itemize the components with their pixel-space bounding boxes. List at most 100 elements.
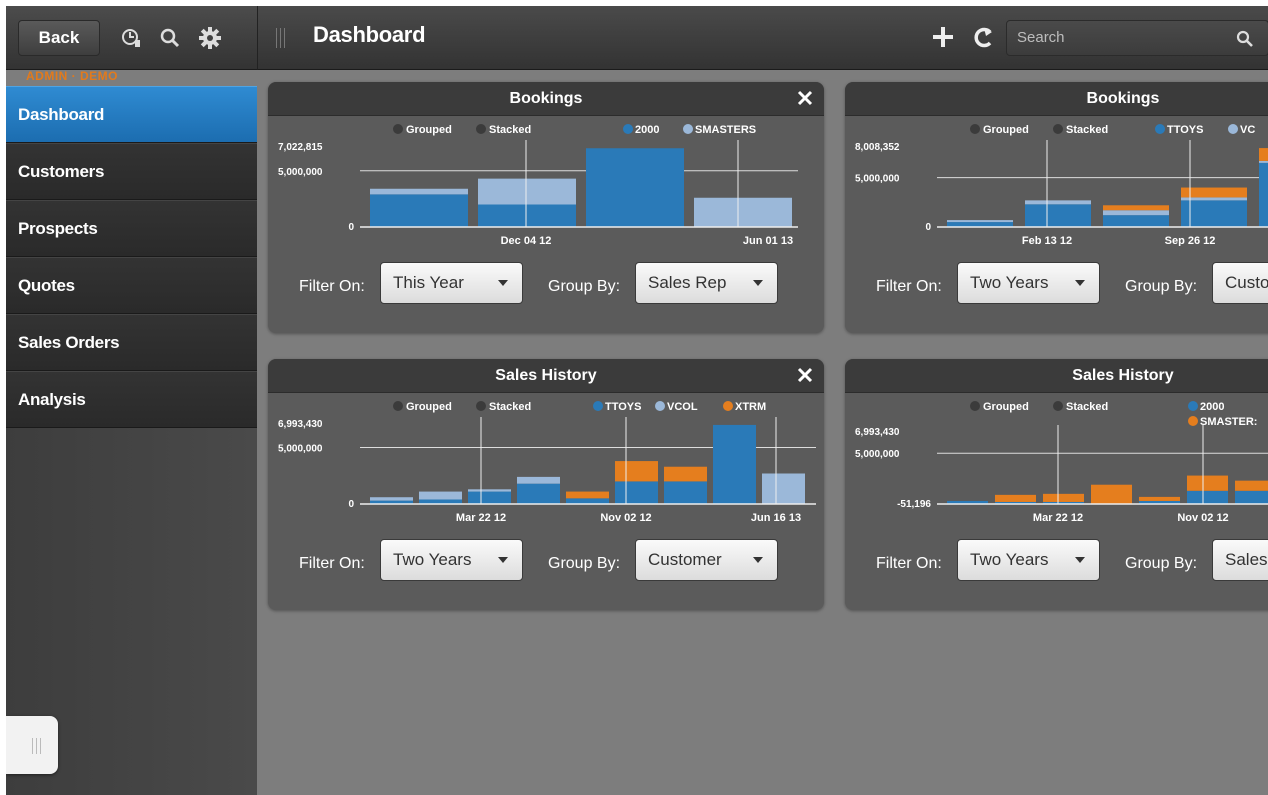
gear-icon[interactable] [198, 26, 222, 50]
widget-header: Bookings [268, 82, 824, 116]
filter-on-value: This Year [393, 273, 464, 292]
sidebar-item-customers[interactable]: Customers [6, 143, 257, 200]
bar-segment [1181, 187, 1247, 198]
ytick-label: 5,000,000 [855, 174, 900, 185]
bar-segment [419, 491, 462, 500]
search-icon[interactable] [1236, 30, 1254, 48]
grouped-label: Grouped [983, 124, 1029, 136]
bar-segment [1139, 496, 1180, 501]
bar-segment [1181, 200, 1247, 227]
ytick-label: 0 [925, 222, 931, 233]
left-toolbar: Back [6, 6, 257, 70]
refresh-icon[interactable] [970, 24, 996, 50]
xtick-label: Nov 02 12 [1177, 512, 1228, 523]
bar-segment [694, 197, 792, 227]
filter-on-label: Filter On: [876, 555, 942, 572]
legend-swatch [1188, 416, 1198, 426]
bar-chart: Grouped Stacked 2000 SMASTERS 7,022,815 5,000… [278, 124, 798, 246]
filter-on-select[interactable]: Two Years [957, 262, 1100, 304]
filter-on-select[interactable]: Two Years [380, 539, 523, 581]
ytick-label: 6,993,430 [855, 427, 900, 438]
sidebar-item-sales-orders[interactable]: Sales Orders [6, 314, 257, 371]
ytick-label: 5,000,000 [855, 449, 900, 460]
bar-segment [370, 194, 468, 227]
bar-segment [478, 204, 576, 227]
xtick-label: Dec 04 12 [501, 235, 552, 246]
grouped-label: Grouped [406, 124, 452, 136]
ytick-label: 7,022,815 [278, 142, 323, 153]
filter-on-label: Filter On: [299, 278, 365, 295]
legend-label: 2000 [1200, 401, 1224, 413]
grouped-radio [970, 401, 980, 411]
add-icon[interactable] [930, 24, 956, 50]
bar-segment [1181, 197, 1247, 201]
sidebar-item-prospects[interactable]: Prospects [6, 200, 257, 257]
dropdown-arrow-icon [753, 280, 763, 286]
grouped-radio [393, 401, 403, 411]
bar-segment [586, 148, 684, 227]
bar-segment [566, 491, 609, 499]
bar-segment [1025, 204, 1091, 227]
group-by-select[interactable]: Customer [635, 539, 778, 581]
drawer-handle[interactable] [6, 716, 58, 774]
legend-swatch [655, 401, 665, 411]
legend-label: XTRM [735, 401, 766, 413]
sidebar-item-dashboard[interactable]: Dashboard [6, 86, 257, 143]
bar-chart: Grouped Stacked TTOYS VCOL XTRM 6,993,430 5,00… [278, 401, 816, 523]
search-icon[interactable] [158, 26, 182, 50]
filter-on-select[interactable]: This Year [380, 262, 523, 304]
back-button[interactable]: Back [18, 20, 100, 56]
xtick-label: Mar 22 12 [456, 512, 506, 523]
bar-segment [1103, 210, 1169, 216]
legend-label: 2000 [635, 124, 659, 136]
stacked-label: Stacked [489, 124, 531, 136]
bar-segment [517, 476, 560, 484]
bar-segment [468, 491, 511, 504]
filter-on-value: Two Years [970, 550, 1049, 569]
admin-demo-badge: ADMIN · DEMO [26, 69, 118, 83]
bookings-widget: Bookings Grouped Stacked 2000 SMASTERS 7,022… [268, 82, 824, 333]
group-by-select[interactable]: Sales Rep [635, 262, 778, 304]
bar-segment [1235, 480, 1268, 491]
stacked-radio [476, 401, 486, 411]
xtick-label: Nov 02 12 [600, 512, 651, 523]
group-by-select[interactable]: Sales [1212, 539, 1268, 581]
stacked-radio [476, 124, 486, 134]
filter-on-select[interactable]: Two Years [957, 539, 1100, 581]
widget-header: Sales History [268, 359, 824, 393]
ytick-label: -51,196 [897, 499, 931, 510]
history-icon[interactable] [120, 26, 144, 50]
close-icon[interactable] [796, 89, 814, 107]
widget-header: Bookings [845, 82, 1268, 116]
ytick-label: 0 [348, 499, 354, 510]
widget-title: Bookings [1086, 90, 1160, 107]
bar-segment [517, 483, 560, 504]
sidebar-item-analysis[interactable]: Analysis [6, 371, 257, 428]
dropdown-arrow-icon [1075, 557, 1085, 563]
sales-history-widget: Sales History Grouped Stacked TTOYS VCOL XTR… [268, 359, 824, 610]
search-input[interactable]: Search [1006, 20, 1268, 56]
group-by-label: Group By: [548, 278, 621, 295]
grouped-radio [393, 124, 403, 134]
group-by-label: Group By: [548, 555, 621, 572]
group-by-select[interactable]: Custo [1212, 262, 1268, 304]
stacked-label: Stacked [489, 401, 531, 413]
page-title: Dashboard [313, 22, 426, 47]
stacked-radio [1053, 124, 1063, 134]
sidebar-item-quotes[interactable]: Quotes [6, 257, 257, 314]
group-by-value: Custo [1225, 273, 1268, 292]
widget-title: Sales History [1072, 367, 1174, 384]
legend-label: VC [1240, 124, 1255, 136]
grip-icon[interactable] [276, 28, 286, 48]
bar-segment [947, 220, 1013, 223]
filter-on-label: Filter On: [876, 278, 942, 295]
xtick-label: Mar 22 12 [1033, 512, 1083, 523]
bar-chart: Grouped Stacked 2000 SMASTER: 6,993,430 5,000… [855, 401, 1268, 523]
close-icon[interactable] [796, 366, 814, 384]
bar-segment [1025, 200, 1091, 205]
group-by-value: Sales [1225, 550, 1268, 569]
bar-segment [1091, 484, 1132, 504]
group-by-label: Group By: [1125, 555, 1198, 572]
bar-segment [1103, 205, 1169, 211]
dropdown-arrow-icon [498, 280, 508, 286]
